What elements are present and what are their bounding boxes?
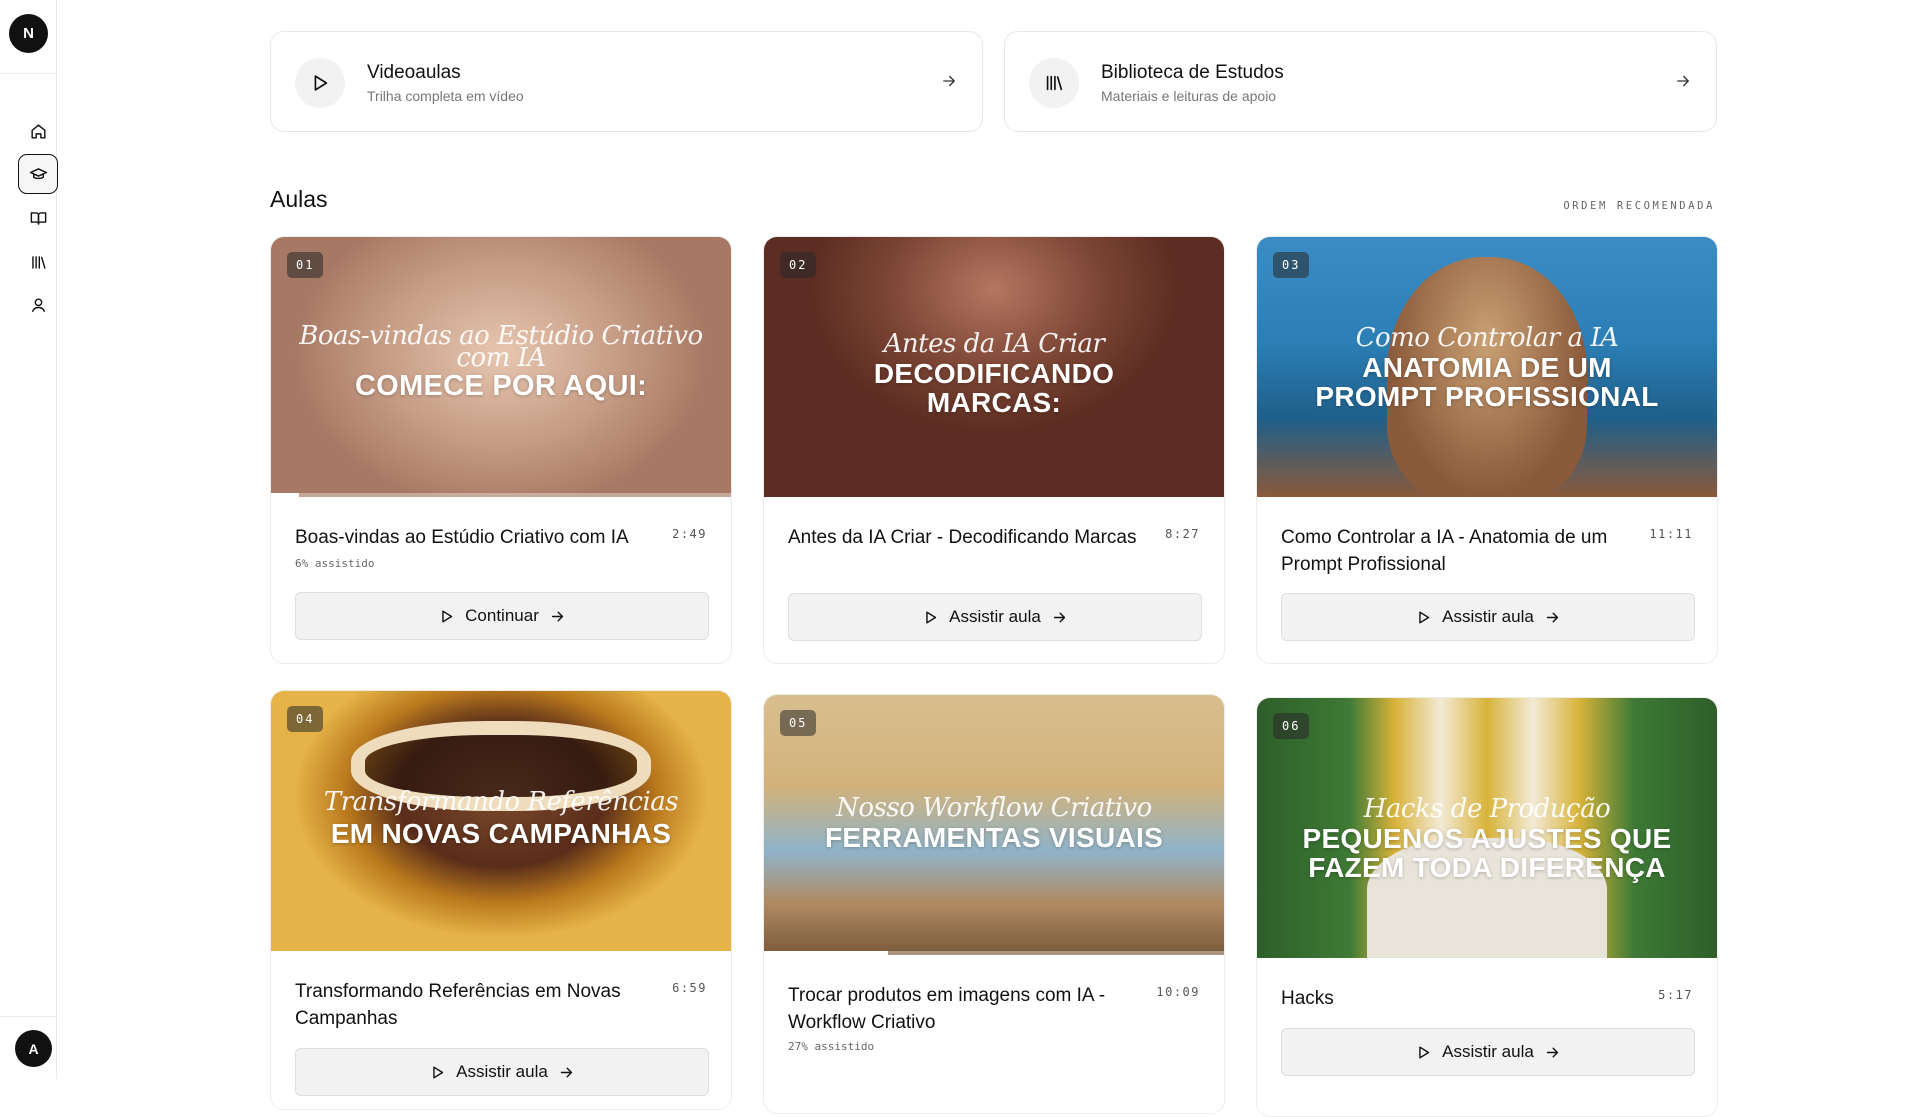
thumb-progress-fill xyxy=(271,493,299,497)
arrow-right-icon xyxy=(1546,612,1558,622)
arrow-right-icon xyxy=(1053,612,1065,622)
lesson-thumbnail[interactable]: 06 Hacks de Produção PEQUENOS AJUSTES QU… xyxy=(1257,698,1717,958)
play-icon xyxy=(442,609,453,623)
arrow-right-icon xyxy=(1546,1047,1558,1057)
thumb-headline: COMECE POR AQUI: xyxy=(354,370,648,402)
thumb-progress-bar xyxy=(271,493,731,497)
section-order-label: ORDEM RECOMENDADA xyxy=(1563,200,1715,212)
thumb-progress-fill xyxy=(764,951,889,955)
lesson-duration: 6:59 xyxy=(672,981,707,995)
watch-lesson-button[interactable]: Assistir aula xyxy=(1281,593,1695,641)
lesson-number: 05 xyxy=(780,710,817,736)
lesson-number: 02 xyxy=(780,252,817,278)
button-label: Assistir aula xyxy=(1442,1042,1534,1061)
lesson-title: Trocar produtos em imagens com IA - Work… xyxy=(788,985,1106,1033)
feature-subtitle: Materiais e leituras de apoio xyxy=(1101,88,1277,104)
lesson-thumbnail[interactable]: 03 Como Controlar a IA ANATOMIA DE UM PR… xyxy=(1257,237,1717,497)
lesson-card-02[interactable]: 02 Antes da IA Criar DECODIFICANDO MARCA… xyxy=(763,236,1225,664)
arrow-right-icon xyxy=(560,1067,572,1077)
thumb-headline: EM NOVAS CAMPANHAS xyxy=(330,818,672,849)
lesson-thumbnail[interactable]: 04 Transformando Referências EM NOVAS CA… xyxy=(271,691,731,951)
feature-title: Videoaulas xyxy=(367,62,461,83)
feature-subtitle: Trilha completa em vídeo xyxy=(367,88,524,104)
arrow-right-icon xyxy=(551,611,564,621)
lesson-card-06[interactable]: 06 Hacks de Produção PEQUENOS AJUSTES QU… xyxy=(1256,697,1718,1117)
lesson-number: 04 xyxy=(287,706,324,732)
sidebar-item-library[interactable] xyxy=(18,242,58,282)
lesson-thumbnail[interactable]: 02 Antes da IA Criar DECODIFICANDO MARCA… xyxy=(764,237,1224,497)
lesson-title: Como Controlar a IA - Anatomia de um Pro… xyxy=(1281,527,1608,575)
thumb-script-text: Antes da IA Criar xyxy=(883,329,1105,359)
user-avatar[interactable]: A xyxy=(15,1030,52,1067)
graduation-cap-icon xyxy=(29,167,47,179)
sidebar-item-reading[interactable] xyxy=(18,198,58,238)
play-icon xyxy=(433,1065,444,1079)
button-label: Assistir aula xyxy=(949,607,1041,626)
lesson-number: 01 xyxy=(287,252,324,278)
lesson-duration: 10:09 xyxy=(1156,985,1200,999)
lesson-duration: 8:27 xyxy=(1165,527,1200,541)
play-icon xyxy=(1419,1045,1430,1059)
button-label: Assistir aula xyxy=(456,1062,548,1081)
play-icon xyxy=(1419,610,1430,624)
lesson-number: 03 xyxy=(1273,252,1310,278)
home-icon xyxy=(30,123,46,139)
lesson-card-05[interactable]: 05 Nosso Workflow Criativo FERRAMENTAS V… xyxy=(763,694,1225,1114)
thumb-script-text: Hacks de Produção xyxy=(1363,794,1611,824)
lesson-card-01[interactable]: 01 Boas-vindas ao Estúdio Criativo com I… xyxy=(270,236,732,664)
section-title: Aulas xyxy=(270,186,328,212)
user-icon xyxy=(31,297,45,312)
sidebar-divider-bottom xyxy=(0,1016,57,1017)
button-label: Continuar xyxy=(465,606,539,625)
watch-lesson-button[interactable]: Assistir aula xyxy=(788,593,1202,641)
thumb-headline: DECODIFICANDO MARCAS: xyxy=(873,358,1115,418)
lesson-card-04[interactable]: 04 Transformando Referências EM NOVAS CA… xyxy=(270,690,732,1110)
sidebar-divider xyxy=(0,73,57,74)
thumb-script-text: Como Controlar a IA xyxy=(1355,323,1619,353)
lesson-watched: 27% assistido xyxy=(788,1040,875,1053)
sidebar-item-profile[interactable] xyxy=(18,285,58,325)
thumb-progress-bar xyxy=(764,951,1224,955)
library-icon xyxy=(31,255,46,269)
feature-card-biblioteca[interactable]: Biblioteca de Estudos Materiais e leitur… xyxy=(1004,31,1717,132)
sidebar-item-home[interactable] xyxy=(18,111,58,151)
sidebar: N A xyxy=(0,0,58,1079)
feature-card-videoaulas[interactable]: Videoaulas Trilha completa em vídeo xyxy=(270,31,983,132)
arrow-right-icon xyxy=(943,75,955,87)
thumb-headline: ANATOMIA DE UM PROMPT PROFISSIONAL xyxy=(1315,352,1659,412)
arrow-right-icon xyxy=(1677,75,1689,87)
watch-lesson-button[interactable]: Assistir aula xyxy=(295,1048,709,1096)
lesson-title: Transformando Referências em Novas Campa… xyxy=(295,981,621,1029)
lesson-thumbnail[interactable]: 05 Nosso Workflow Criativo FERRAMENTAS V… xyxy=(764,695,1224,955)
lesson-card-03[interactable]: 03 Como Controlar a IA ANATOMIA DE UM PR… xyxy=(1256,236,1718,664)
open-book-icon xyxy=(30,211,46,225)
continue-button[interactable]: Continuar xyxy=(295,592,709,640)
feature-title: Biblioteca de Estudos xyxy=(1101,62,1284,83)
thumb-headline: FERRAMENTAS VISUAIS xyxy=(824,822,1164,853)
feature-icon-wrap xyxy=(295,58,345,108)
thumb-headline: PEQUENOS AJUSTES QUE FAZEM TODA DIFERENÇ… xyxy=(1302,823,1672,883)
lesson-duration: 11:11 xyxy=(1649,527,1693,541)
lesson-title: Antes da IA Criar - Decodificando Marcas xyxy=(788,527,1137,548)
lesson-title: Hacks xyxy=(1281,988,1334,1009)
watch-lesson-button[interactable]: Assistir aula xyxy=(1281,1028,1695,1076)
thumb-script-text: Boas-vindas ao Estúdio Criativo com IA xyxy=(299,321,703,373)
brand-logo[interactable]: N xyxy=(9,14,48,53)
lesson-thumbnail[interactable]: 01 Boas-vindas ao Estúdio Criativo com I… xyxy=(271,237,731,497)
lesson-title: Boas-vindas ao Estúdio Criativo com IA xyxy=(295,527,629,548)
button-label: Assistir aula xyxy=(1442,607,1534,626)
library-icon xyxy=(1046,75,1063,91)
lesson-duration: 5:17 xyxy=(1658,988,1693,1002)
thumb-script-text: Transformando Referências xyxy=(323,787,679,817)
lesson-duration: 2:49 xyxy=(672,527,707,541)
thumb-script-text: Nosso Workflow Criativo xyxy=(836,793,1152,823)
feature-icon-wrap xyxy=(1029,58,1079,108)
lesson-watched: 6% assistido xyxy=(295,557,375,570)
lesson-number: 06 xyxy=(1273,713,1310,739)
play-icon xyxy=(926,610,937,624)
play-icon xyxy=(314,75,328,91)
sidebar-item-courses[interactable] xyxy=(18,154,58,194)
